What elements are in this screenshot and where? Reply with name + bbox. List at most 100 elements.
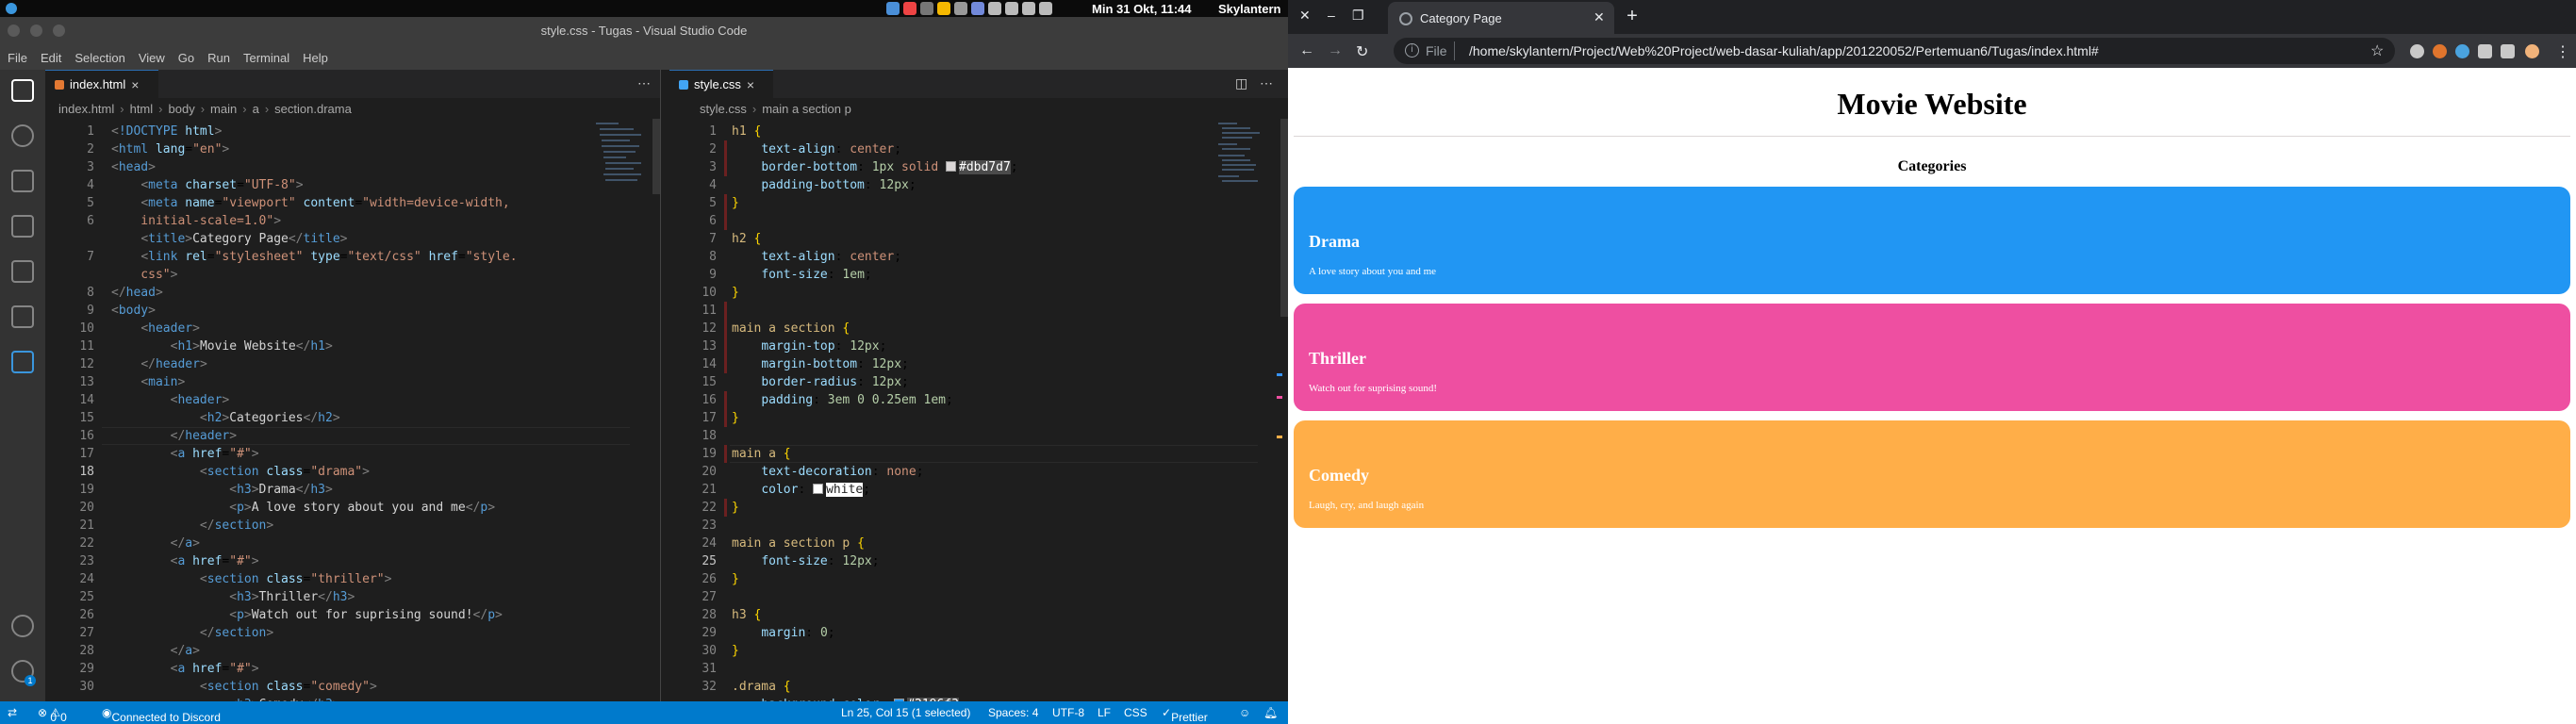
minimap[interactable] (1218, 121, 1275, 206)
metamask-icon[interactable] (2433, 44, 2447, 58)
back-arrow-icon[interactable]: ← (1299, 42, 1314, 59)
tab-index-html[interactable]: index.html × (45, 70, 158, 98)
source-control-icon[interactable] (11, 170, 34, 192)
menu-edit[interactable]: Edit (41, 51, 61, 65)
more-actions-icon[interactable]: ⋯ (637, 75, 651, 91)
info-icon[interactable]: i (1405, 43, 1419, 58)
css-code[interactable]: h1 { text-align: center; border-bottom: … (732, 123, 1018, 701)
color-swatch-icon[interactable] (813, 484, 824, 494)
category-card-thriller[interactable]: Thriller Watch out for suprising sound! (1294, 304, 2570, 411)
notes-icon[interactable] (937, 2, 950, 15)
address-bar[interactable]: i File /home/skylantern/Project/Web%20Pr… (1394, 38, 2395, 64)
system-clock[interactable]: Min 31 Okt, 11:44 (1092, 2, 1192, 16)
window-icon[interactable] (886, 2, 900, 15)
new-tab-button[interactable]: + (1622, 7, 1643, 27)
account-icon[interactable] (11, 615, 34, 637)
remote-explorer-icon[interactable] (11, 260, 34, 283)
indentation-setting[interactable]: Spaces: 4 (988, 706, 1038, 719)
discord-icon[interactable] (971, 2, 984, 15)
eol-setting[interactable]: LF (1098, 706, 1111, 719)
remote-indicator-icon[interactable]: ⇄ (8, 706, 17, 719)
run-debug-icon[interactable] (11, 215, 34, 238)
chrome-icon[interactable] (903, 2, 916, 15)
category-card-drama[interactable]: Drama A love story about you and me (1294, 187, 2570, 294)
extensions-icon[interactable] (11, 305, 34, 328)
feedback-icon[interactable]: ☺ (1239, 706, 1250, 719)
breadcrumb-item[interactable]: index.html (58, 102, 114, 116)
extensions-puzzle-icon[interactable] (2478, 44, 2492, 58)
window-title: style.css - Tugas - Visual Studio Code (540, 24, 748, 38)
split-editor-icon[interactable]: ◫ (1235, 75, 1247, 91)
css-editor[interactable]: 1 2 3 4 5 6 7 8 9 10 11 12 13 14 15 16 1… (669, 119, 1288, 701)
scrollbar[interactable] (652, 119, 660, 194)
wifi-icon[interactable] (1005, 2, 1018, 15)
breadcrumb-item[interactable]: style.css (700, 102, 747, 116)
chrome-menu-icon[interactable]: ⋮ (2555, 42, 2570, 61)
menu-terminal[interactable]: Terminal (243, 51, 289, 65)
minimap[interactable] (596, 121, 652, 206)
bluetooth-icon[interactable] (988, 2, 1001, 15)
bell-icon[interactable] (954, 2, 967, 15)
close-tab-icon[interactable]: × (747, 77, 754, 92)
menu-run[interactable]: Run (207, 51, 230, 65)
minimize-window-icon[interactable]: – (1328, 8, 1335, 23)
menu-selection[interactable]: Selection (74, 51, 124, 65)
notifications-bell-icon[interactable]: 🔔︎ (1263, 706, 1278, 719)
breadcrumb-item[interactable]: main (210, 102, 237, 116)
breadcrumb-item[interactable]: main a section p (762, 102, 851, 116)
forward-arrow-icon[interactable]: → (1328, 42, 1343, 59)
cursor-position[interactable]: Ln 25, Col 15 (1 selected) (841, 706, 970, 719)
search-icon[interactable] (11, 124, 34, 147)
color-swatch-icon[interactable] (946, 161, 956, 172)
close-window-icon[interactable]: ✕ (1299, 8, 1311, 24)
breadcrumb-item[interactable]: html (130, 102, 154, 116)
card-description: A love story about you and me (1309, 266, 1437, 277)
extension-icon[interactable] (2455, 44, 2469, 58)
vscode-menubar: File Edit Selection View Go Run Terminal… (0, 45, 1288, 70)
restore-window-icon[interactable]: ❐ (1352, 8, 1364, 24)
menu-help[interactable]: Help (303, 51, 328, 65)
chrome-toolbar: ← → ↻ i File /home/skylantern/Project/We… (1288, 34, 2576, 68)
close-tab-icon[interactable]: ✕ (1593, 9, 1605, 25)
encoding-setting[interactable]: UTF-8 (1052, 706, 1084, 719)
problems-indicator[interactable]: ⊗ 0 ⚠ 0 (38, 706, 67, 724)
menu-go[interactable]: Go (178, 51, 194, 65)
scrollbar[interactable] (1280, 119, 1288, 317)
volume-icon[interactable] (1022, 2, 1035, 15)
breadcrumb-item[interactable]: body (169, 102, 195, 116)
html-editor[interactable]: 1 2 3 4 5 6 7 8 9 10 11 12 13 14 15 16 1… (45, 119, 660, 701)
bookmark-star-icon[interactable]: ☆ (2370, 41, 2384, 60)
more-actions-icon[interactable]: ⋯ (1260, 75, 1273, 91)
html-code[interactable]: <!DOCTYPE html> <html lang="en"> <head> … (111, 123, 518, 701)
close-tab-icon[interactable]: × (131, 77, 139, 92)
prettier-status[interactable]: ✓ Prettier (1162, 706, 1208, 724)
line-numbers: 1 2 3 4 5 6 7 8 9 10 11 12 13 14 15 16 1… (702, 124, 717, 694)
editor-splitter[interactable] (660, 70, 669, 701)
system-menu-icon[interactable] (6, 3, 17, 14)
system-username[interactable]: Skylantern (1218, 2, 1280, 16)
categories-heading: Categories (1897, 158, 1967, 174)
url-text[interactable]: /home/skylantern/Project/Web%20Project/w… (1469, 43, 2099, 58)
tab-category-page[interactable]: Category Page ✕ (1388, 2, 1614, 34)
breadcrumb-item[interactable]: section.drama (274, 102, 352, 116)
tab-style-css[interactable]: style.css × (669, 70, 773, 98)
chevron-right-icon: › (751, 101, 757, 116)
html-file-icon (55, 79, 64, 90)
battery-icon[interactable] (1039, 2, 1052, 15)
menu-file[interactable]: File (8, 51, 27, 65)
profile-avatar[interactable] (2525, 44, 2539, 58)
tab-label: style.css (694, 77, 741, 91)
docker-icon[interactable] (11, 351, 34, 373)
menu-view[interactable]: View (139, 51, 165, 65)
reading-list-icon[interactable] (2501, 44, 2515, 58)
reload-icon[interactable]: ↻ (1356, 42, 1368, 61)
files-icon[interactable] (920, 2, 933, 15)
extension-icon[interactable] (2410, 44, 2424, 58)
discord-status[interactable]: ◉ Connected to Discord (102, 706, 221, 724)
language-mode[interactable]: CSS (1124, 706, 1148, 719)
explorer-icon[interactable] (11, 79, 34, 102)
breadcrumb-item[interactable]: a (253, 102, 259, 116)
category-card-comedy[interactable]: Comedy Laugh, cry, and laugh again (1294, 420, 2570, 528)
error-count: 0 (50, 711, 58, 724)
web-page: Movie Website Categories Drama A love st… (1288, 68, 2576, 724)
